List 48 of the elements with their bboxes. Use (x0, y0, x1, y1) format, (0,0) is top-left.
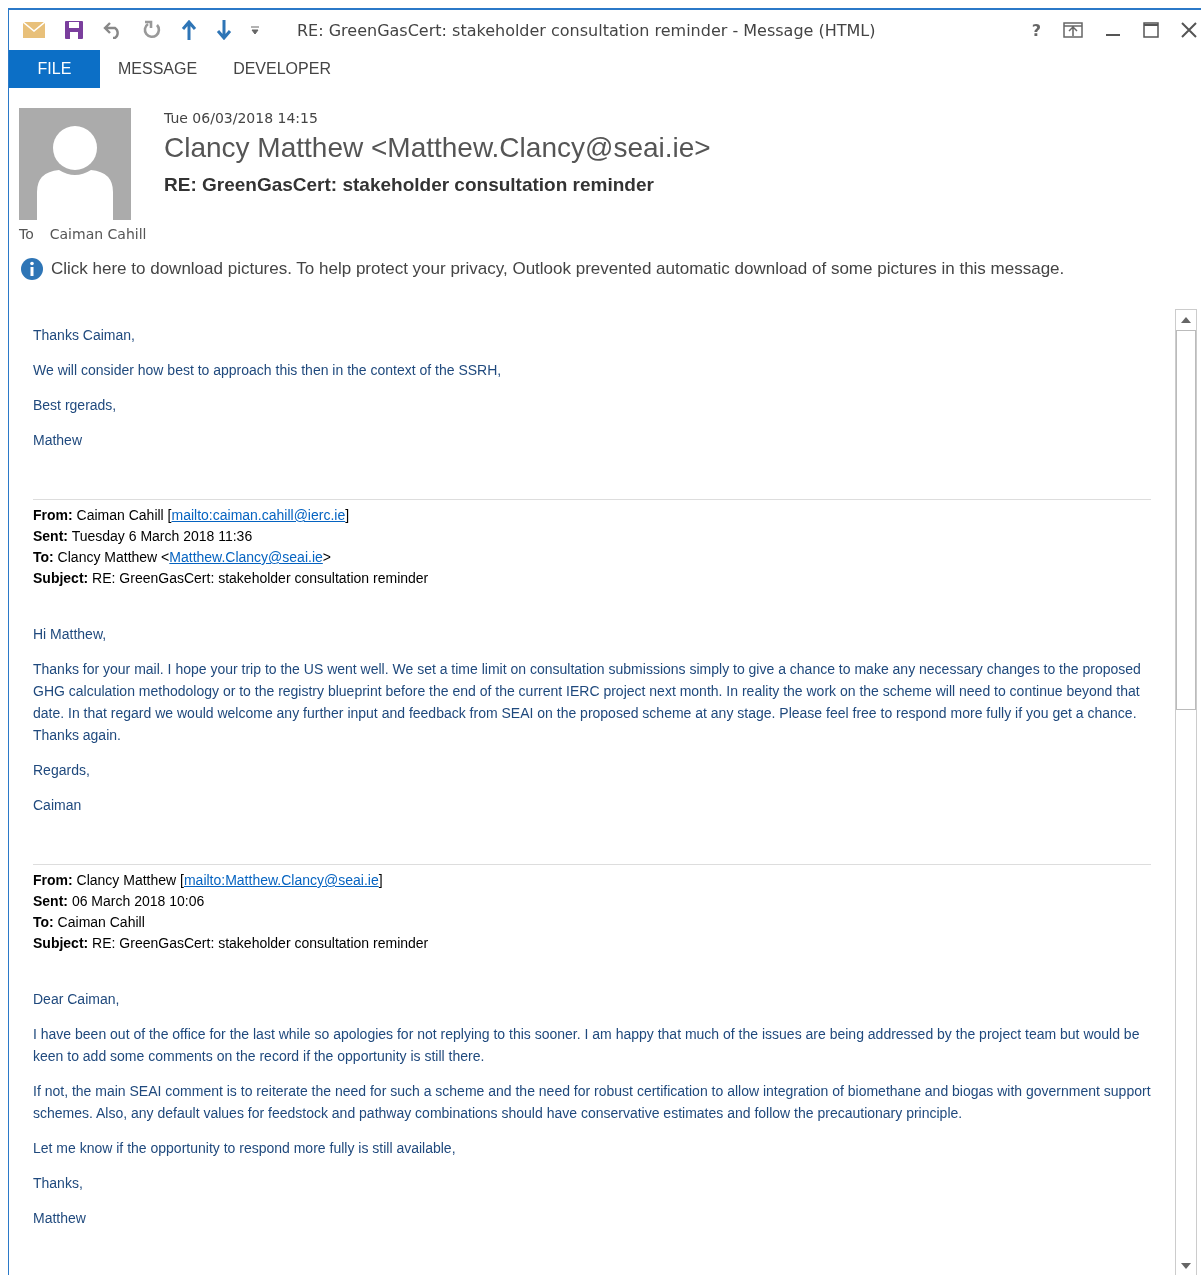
window-title: RE: GreenGasCert: stakeholder consultation reminder - Message (HTML) (297, 20, 877, 40)
body-paragraph: We will consider how best to approach this then in the context of the SSRH, (33, 361, 503, 380)
quoted-header-line: Sent: 06 March 2018 10:06 (33, 892, 206, 911)
up-arrow-icon[interactable] (181, 20, 197, 40)
email-link[interactable]: Matthew.Clancy@seai.ie (169, 549, 323, 565)
down-arrow-icon[interactable] (216, 20, 232, 40)
body-paragraph: Hi Matthew, (33, 625, 108, 644)
maximize-icon[interactable] (1143, 22, 1159, 38)
ribbon-tab[interactable]: DEVELOPER (215, 50, 349, 88)
scrollbar-thumb[interactable] (1176, 330, 1196, 710)
scroll-up-icon[interactable] (1181, 317, 1191, 323)
redo-icon[interactable] (142, 20, 162, 40)
quoted-header-line: Sent: Tuesday 6 March 2018 11:36 (33, 527, 254, 546)
save-icon[interactable] (64, 20, 84, 40)
quoted-header-line: To: Clancy Matthew <Matthew.Clancy@seai.ie> (33, 548, 332, 567)
quoted-header-line: To: Caiman Cahill (33, 913, 146, 932)
quoted-header-line: Subject: RE: GreenGasCert: stakeholder consultation reminder (33, 569, 430, 588)
body-paragraph: I have been out of the office for the last while so apologies for not replying to this sooner. I am happy that much of the issues are being addressed by the project team but would be keen to add some comments on the record if the opportunity is still there. (33, 1025, 1141, 1066)
body-paragraph: Dear Caiman, (33, 990, 121, 1009)
ribbon-tab[interactable]: MESSAGE (100, 50, 216, 88)
scroll-down-icon[interactable] (1181, 1263, 1191, 1269)
body-paragraph: Regards, (33, 761, 91, 780)
download-pictures-link[interactable]: Click here to download pictures. To help protect your privacy, Outlook prevented automatic download of some pictures in this message. (51, 259, 1065, 279)
body-paragraph: Thanks, (33, 1174, 84, 1193)
quoted-header-line: From: Clancy Matthew [mailto:Matthew.Clancy@seai.ie] (33, 871, 384, 890)
message-subject: RE: GreenGasCert: stakeholder consultation reminder (164, 174, 655, 196)
body-paragraph: Thanks Caiman, (33, 326, 136, 345)
body-paragraph: Best rgerads, (33, 396, 118, 415)
body-paragraph: Matthew (33, 1209, 87, 1228)
customize-icon[interactable] (251, 26, 259, 34)
ribbon-display-icon[interactable] (1063, 22, 1083, 38)
close-icon[interactable] (1181, 22, 1197, 38)
recipient-name: Caiman Cahill (49, 226, 147, 242)
sender-name: Clancy Matthew <Matthew.Clancy@seai.ie> (164, 132, 711, 164)
body-paragraph: Mathew (33, 431, 84, 450)
body-paragraph: Caiman (33, 796, 83, 815)
body-paragraph: If not, the main SEAI comment is to reiterate the need for such a scheme and the need for robust certification to allow integration of biomethane and biogas with government support schemes. Also, any default values for feedstock and pathway combinations should have conservative estimates and follow the precautionary principle. (33, 1082, 1151, 1123)
quoted-header-line: From: Caiman Cahill [mailto:caiman.cahill@ierc.ie] (33, 506, 351, 525)
sent-date: Tue 06/03/2018 14:15 (164, 110, 319, 126)
ribbon-tab[interactable]: FILE (9, 50, 100, 88)
email-link[interactable]: mailto:Matthew.Clancy@seai.ie (183, 872, 379, 888)
body-paragraph: Thanks for your mail. I hope your trip to the US went well. We set a time limit on consultation submissions simply to give a chance to make any necessary changes to the proposed GHG calculation methodology or to the registry blueprint before the end of the current IERC project next month. In reality the work on the scheme will need to continue beyond that date. In that regard we would welcome any further input and feedback from SEAI on the proposed scheme at any stage. Please feel free to respond more fully if you get a chance. Thanks again. (33, 660, 1142, 745)
info-icon (21, 258, 43, 280)
body-paragraph: Let me know if the opportunity to respond more fully is still available, (33, 1139, 457, 1158)
help-button[interactable]: ? (1031, 20, 1041, 40)
quoted-header-line: Subject: RE: GreenGasCert: stakeholder consultation reminder (33, 934, 430, 953)
to-label: To (19, 226, 34, 242)
scrollbar[interactable] (1175, 309, 1197, 1275)
